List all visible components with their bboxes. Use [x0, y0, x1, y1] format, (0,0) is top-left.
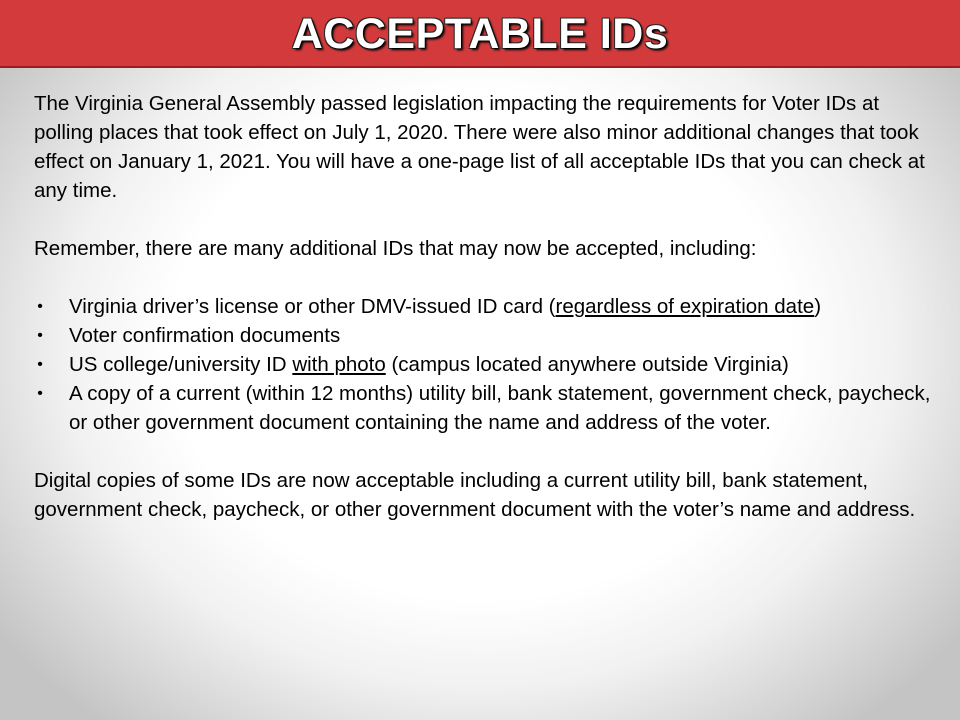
remember-paragraph: Remember, there are many additional IDs … — [34, 237, 757, 260]
list-item-text: US college/university ID — [69, 353, 293, 376]
list-item-text: (campus located anywhere outside Virgini… — [385, 353, 789, 376]
bullet-icon: • — [37, 298, 43, 315]
underlined-emphasis: with photo — [292, 353, 386, 376]
acceptable-id-list: • Virginia driver’s license or other DMV… — [34, 292, 934, 437]
list-item-text: Voter confirmation documents — [69, 324, 341, 347]
slide-body: The Virginia General Assembly passed leg… — [34, 89, 934, 524]
bullet-icon: • — [37, 356, 43, 373]
bullet-icon: • — [37, 385, 43, 402]
list-item: • Virginia driver’s license or other DMV… — [34, 292, 934, 321]
list-item-text: A copy of a current (within 12 months) u… — [69, 382, 931, 434]
intro-paragraph: The Virginia General Assembly passed leg… — [34, 92, 925, 202]
slide-title: ACCEPTABLE IDs — [291, 10, 669, 58]
underlined-emphasis: regardless of expiration date — [555, 295, 815, 318]
list-item-text: Virginia driver’s license or other DMV-i… — [69, 295, 556, 318]
closing-paragraph: Digital copies of some IDs are now accep… — [34, 469, 916, 521]
title-bar: ACCEPTABLE IDs — [0, 0, 960, 68]
list-item: • Voter confirmation documents — [34, 321, 934, 350]
bullet-icon: • — [37, 327, 43, 344]
list-item: • A copy of a current (within 12 months)… — [34, 379, 934, 437]
list-item: • US college/university ID with photo (c… — [34, 350, 934, 379]
list-item-text: ) — [814, 295, 822, 318]
